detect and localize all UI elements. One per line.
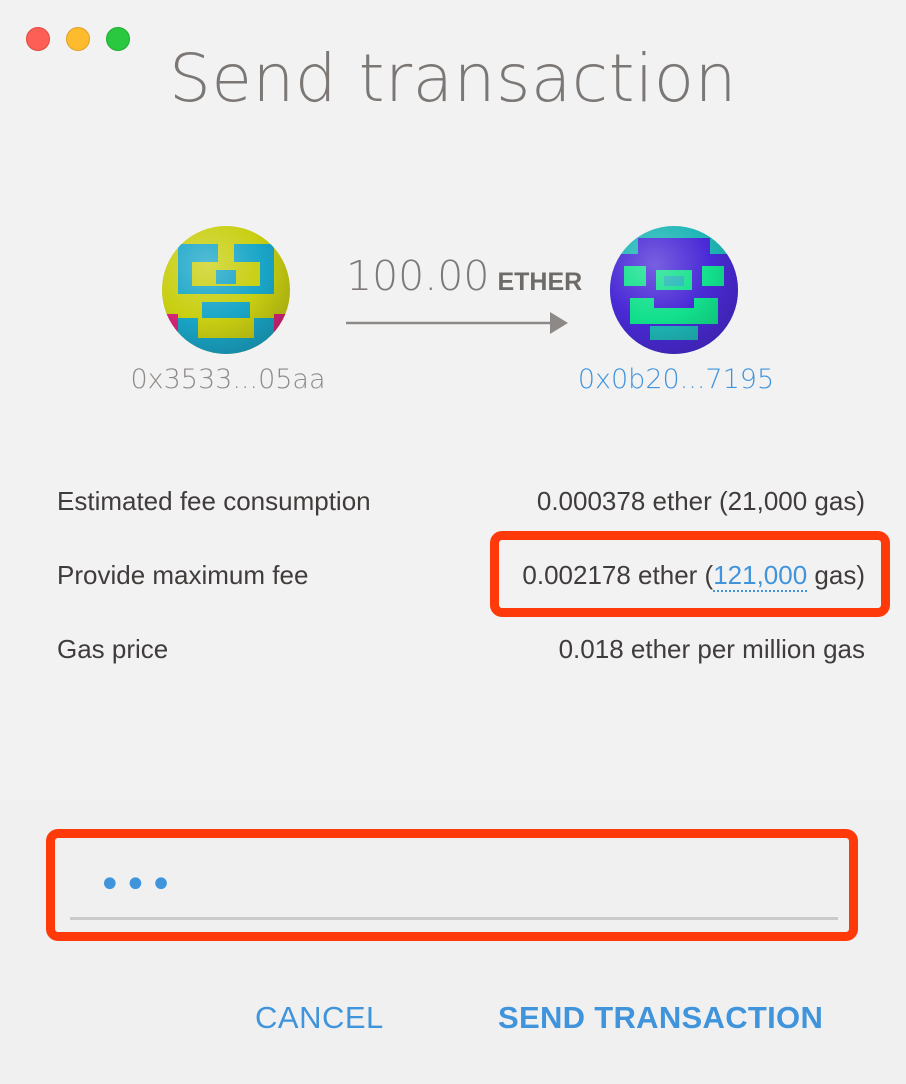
to-address[interactable]: 0x0b20...7195	[546, 364, 806, 395]
transfer-amount: 100.00 ETHER	[346, 252, 582, 300]
send-transaction-button[interactable]: SEND TRANSACTION	[498, 1000, 823, 1036]
password-highlight	[46, 829, 858, 941]
gas-price-row: Gas price 0.018 ether per million gas	[57, 634, 865, 674]
maximum-fee-label: Provide maximum fee	[57, 560, 309, 590]
amount-unit: ETHER	[497, 268, 583, 296]
estimated-fee-value: 0.000378 ether (21,000 gas)	[536, 486, 865, 516]
maximum-fee-highlight	[490, 531, 890, 617]
arrow-right-icon	[346, 312, 568, 334]
from-identicon	[162, 226, 290, 354]
gas-price-label: Gas price	[57, 634, 169, 664]
send-transaction-window: Send transaction 0x3533...05aa 100.00 ETH…	[0, 0, 906, 1084]
gas-price-value: 0.018 ether per million gas	[558, 634, 865, 664]
cancel-button[interactable]: CANCEL	[255, 1000, 384, 1036]
estimated-fee-row: Estimated fee consumption 0.000378 ether…	[57, 486, 865, 526]
page-title: Send transaction	[168, 40, 738, 117]
from-address: 0x3533...05aa	[130, 364, 326, 395]
estimated-fee-label: Estimated fee consumption	[57, 486, 371, 516]
to-identicon	[610, 226, 738, 354]
amount-value: 100.00	[346, 252, 490, 300]
